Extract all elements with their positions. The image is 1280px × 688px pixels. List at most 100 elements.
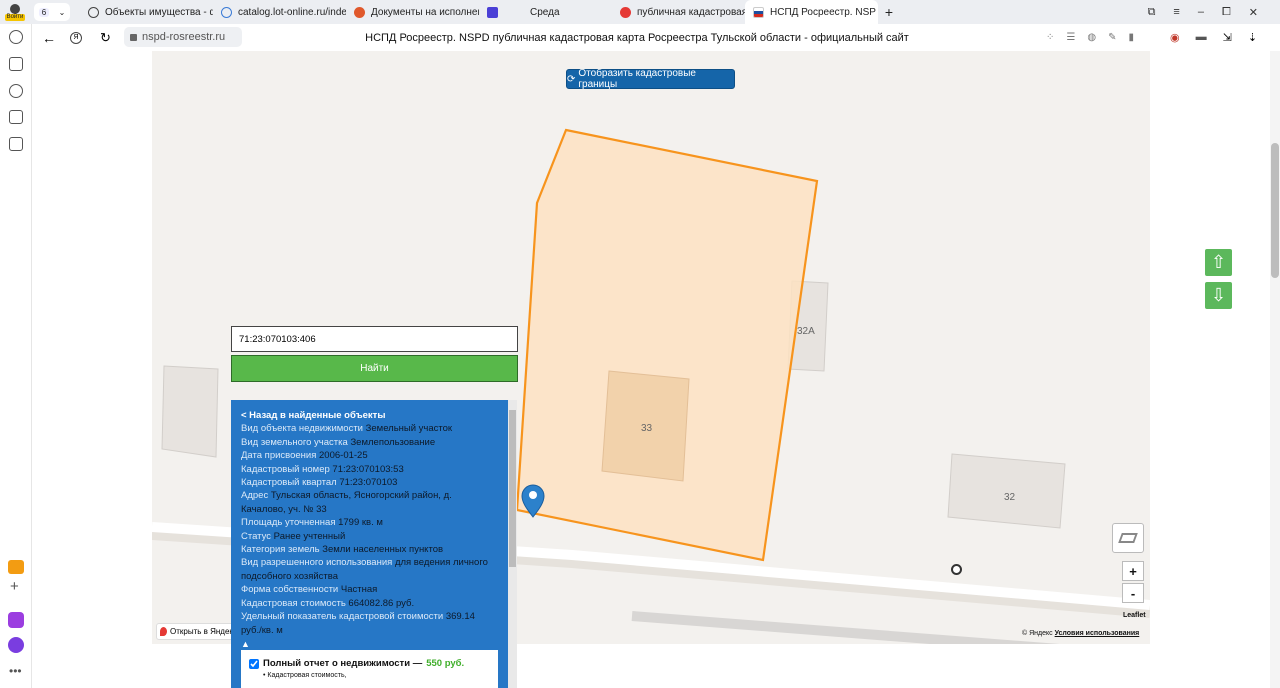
minimize-icon[interactable]: –: [1198, 6, 1204, 19]
extensions: ⁘ ☰ ◍ ✎ ▮: [1046, 32, 1134, 43]
profile-label: Войти: [4, 13, 26, 21]
info-key: Кадастровый квартал: [241, 477, 337, 489]
grid-icon[interactable]: ⁘: [1046, 32, 1054, 43]
counter-icon[interactable]: [9, 110, 23, 124]
zoom-out-button[interactable]: -: [1122, 583, 1144, 603]
find-button[interactable]: Найти: [231, 355, 518, 382]
mail-icon[interactable]: [8, 560, 24, 574]
restore-icon[interactable]: ⧠: [1222, 6, 1231, 19]
info-scrollbar[interactable]: [508, 400, 517, 688]
open-in-yandex[interactable]: Открыть в Яндекс: [156, 623, 238, 640]
history-icon[interactable]: [9, 30, 23, 44]
app-icon[interactable]: [8, 612, 24, 628]
tab-title: Среда: [530, 6, 560, 18]
info-key: Категория земель: [241, 544, 320, 556]
info-row: Кадастровый номер 71:23:070103:53: [241, 463, 496, 476]
globe-icon: [88, 6, 99, 18]
tab-4[interactable]: публичная кадастровая: [612, 0, 745, 24]
info-key: Кадастровый номер: [241, 463, 330, 475]
tab-counter[interactable]: 6 ⌄: [34, 3, 70, 21]
collections-icon[interactable]: [9, 137, 23, 151]
yandex-icon[interactable]: Я: [70, 31, 82, 44]
info-row: Кадастровая стоимость 664082.86 руб.: [241, 597, 496, 610]
back-icon[interactable]: ←: [42, 30, 56, 46]
user-icon: [10, 3, 20, 14]
add-icon[interactable]: +: [10, 578, 19, 595]
building-label: 32: [1004, 492, 1016, 503]
report-box: Полный отчет о недвижимости — 550 руб. •…: [241, 650, 498, 688]
tab-5[interactable]: НСПД Росреестр. NSP✕: [745, 0, 878, 24]
translate-icon[interactable]: ✎: [1108, 32, 1116, 43]
tab-3[interactable]: Среда: [479, 0, 612, 24]
notes-icon[interactable]: [9, 57, 23, 71]
info-key: Удельный показатель кадастровой стоимост…: [241, 611, 444, 623]
menu-icon[interactable]: ≡: [1173, 6, 1179, 19]
parcel-polygon: [515, 128, 819, 562]
pin-icon: [160, 627, 167, 636]
download-icon[interactable]: ⇣: [1248, 31, 1257, 44]
terms-link[interactable]: Условия использования: [1055, 630, 1140, 637]
info-row: Форма собственности Частная: [241, 583, 496, 596]
building-label: 33: [641, 423, 653, 434]
tab-count: 6: [38, 7, 50, 17]
downloads-icon[interactable]: ⇲: [1223, 31, 1232, 44]
info-row: Статус Ранее учтенный: [241, 530, 496, 543]
url-field[interactable]: nspd-rosreestr.ru: [124, 27, 242, 47]
page-scrollbar[interactable]: [1270, 51, 1280, 688]
report-checkbox[interactable]: [249, 658, 259, 669]
back-link[interactable]: < Назад в найденные объекты: [241, 409, 496, 422]
info-value: Землепользование: [350, 436, 436, 448]
reader-icon[interactable]: ☰: [1066, 32, 1075, 43]
bookmarks-icon[interactable]: ⧉: [1148, 6, 1156, 19]
alice-icon[interactable]: [8, 637, 24, 653]
scroll-down-button[interactable]: ⇩: [1205, 282, 1232, 309]
flag-icon: [753, 6, 764, 18]
zoom-in-button[interactable]: +: [1122, 561, 1144, 581]
building: [161, 365, 219, 458]
tab-1[interactable]: catalog.lot-online.ru/inde: [213, 0, 346, 24]
tab-title: НСПД Росреестр. NSP: [770, 6, 876, 18]
report-item: • Кадастровая стоимость,: [263, 672, 347, 679]
info-key: Кадастровая стоимость: [241, 597, 346, 609]
info-value: Тульская область, Ясногорский район, д. …: [241, 490, 452, 515]
shield-icon[interactable]: ◍: [1087, 32, 1096, 43]
more-icon[interactable]: •••: [9, 664, 22, 678]
show-borders-button[interactable]: ⟳ Отобразить кадастровые границы: [566, 68, 735, 90]
bookmark-icon[interactable]: ▮: [1128, 32, 1134, 43]
info-row: Вид разрешенного использования для веден…: [241, 556, 496, 583]
extension-icon[interactable]: ◉: [1170, 31, 1180, 44]
info-scroll-thumb[interactable]: [509, 410, 516, 567]
info-value: Ранее учтенный: [273, 530, 346, 542]
url-text: nspd-rosreestr.ru: [142, 31, 226, 43]
layers-button[interactable]: [1112, 523, 1144, 553]
profile-button[interactable]: Войти: [0, 0, 30, 24]
browser-sidebar: + •••: [0, 24, 32, 688]
search-input[interactable]: [231, 326, 518, 352]
scroll-up-button[interactable]: ⇧: [1205, 249, 1232, 276]
new-tab-button[interactable]: +: [878, 4, 900, 20]
info-key: Вид земельного участка: [241, 436, 348, 448]
chevron-down-icon: ⌄: [58, 7, 66, 17]
info-key: Площадь уточненная: [241, 517, 336, 529]
vpn-icon[interactable]: ▬: [1196, 31, 1207, 44]
info-row: Вид объекта недвижимости Земельный участ…: [241, 422, 496, 435]
layers-icon: [1118, 533, 1138, 543]
address-bar: ← Я ↻ nspd-rosreestr.ru НСПД Росреестр. …: [0, 24, 1280, 51]
info-panel: < Назад в найденные объекты Вид объекта …: [231, 400, 508, 688]
video-icon[interactable]: [9, 84, 23, 98]
scroll-thumb[interactable]: [1271, 143, 1279, 278]
reload-icon[interactable]: ↻: [100, 30, 111, 46]
leaflet-credit[interactable]: Leaflet: [1123, 612, 1146, 619]
info-value: 71:23:070103:53: [332, 463, 404, 475]
tab-2[interactable]: Документы на исполнен: [346, 0, 479, 24]
close-window-icon[interactable]: ✕: [1249, 6, 1258, 19]
info-key: Вид объекта недвижимости: [241, 423, 363, 435]
info-row: Вид земельного участка Землепользование: [241, 436, 496, 449]
info-value: Земельный участок: [365, 423, 453, 435]
info-row: Удельный показатель кадастровой стоимост…: [241, 610, 496, 637]
locate-icon[interactable]: [951, 564, 962, 575]
loading-icon: [221, 6, 232, 18]
tab-title: Объекты имущества - ф: [105, 6, 213, 18]
report-title: Полный отчет о недвижимости —: [263, 658, 423, 669]
tab-0[interactable]: Объекты имущества - ф: [80, 0, 213, 24]
